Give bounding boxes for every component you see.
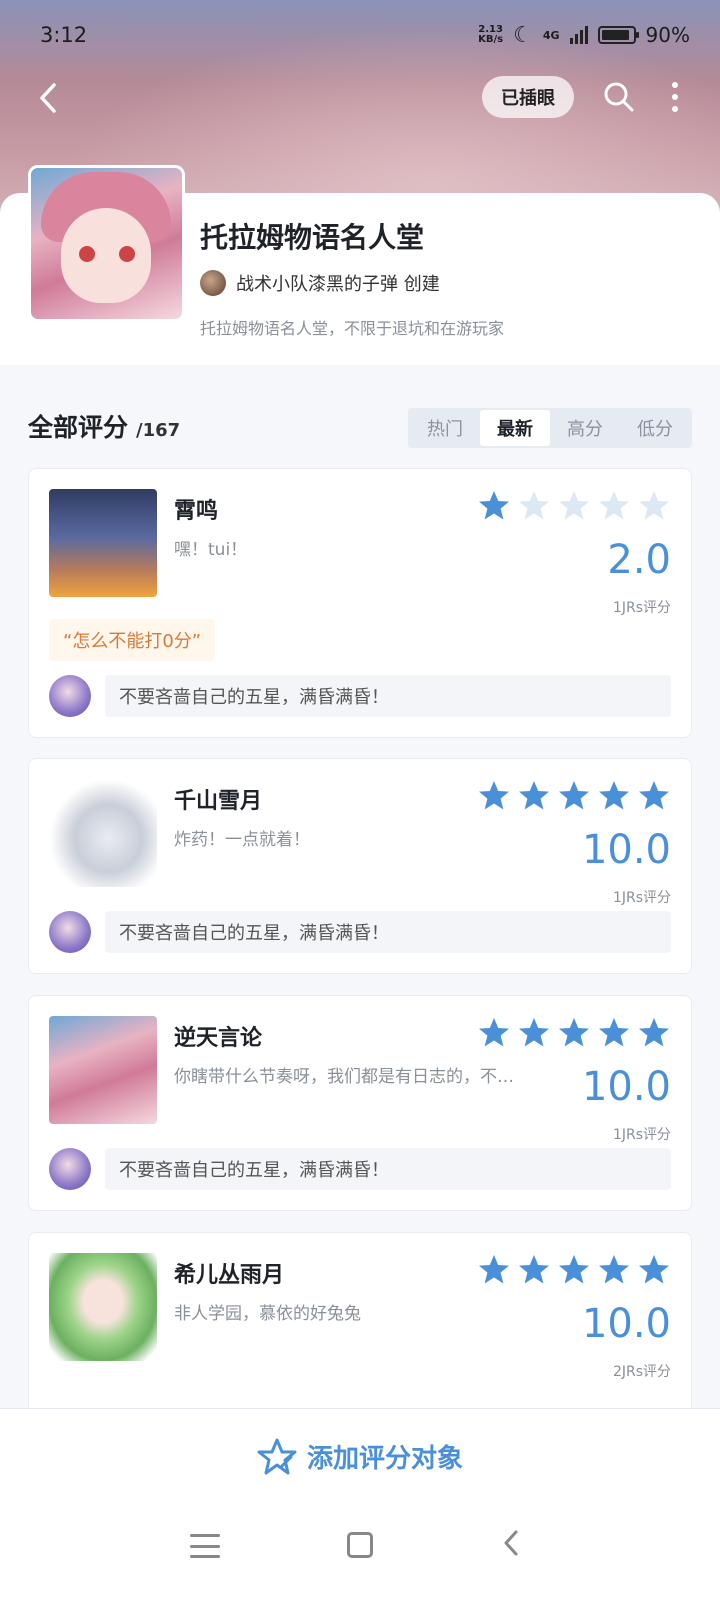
signal-icon	[569, 26, 588, 44]
recents-button[interactable]	[190, 1534, 220, 1558]
back-button[interactable]	[30, 80, 66, 116]
network-type: 4G	[542, 28, 560, 42]
group-cover-image[interactable]	[28, 165, 185, 322]
star-filled-icon	[639, 1018, 669, 1047]
moon-icon: ☾	[513, 22, 533, 48]
star-edit-icon	[257, 1438, 297, 1474]
star-filled-icon	[639, 781, 669, 810]
commenter-avatar[interactable]	[49, 911, 91, 953]
comment-row[interactable]: 不要吝啬自己的五星，满昏满昏！	[49, 1148, 671, 1192]
creator-avatar[interactable]	[200, 270, 226, 296]
more-options-button[interactable]	[660, 78, 690, 116]
rating-card[interactable]: 千山雪月 炸药！一点就着！ 10.0 1JRs评分 不要吝啬自己的五星，满昏满昏…	[28, 758, 692, 974]
search-icon	[604, 82, 634, 112]
star-filled-icon	[479, 1255, 509, 1284]
featured-quote: “怎么不能打0分”	[49, 619, 216, 661]
comment-text: 不要吝啬自己的五星，满昏满昏！	[105, 1148, 671, 1190]
add-rating-target-button[interactable]: 添加评分对象	[0, 1408, 720, 1504]
ratings-header: 全部评分 /167	[28, 408, 180, 444]
star-filled-icon	[479, 491, 509, 520]
rating-card[interactable]: 霄鸣 嘿！tui！ 2.0 1JRs评分 “怎么不能打0分” 不要吝啬自己的五星…	[28, 468, 692, 738]
dot-icon	[672, 94, 678, 100]
pinned-button[interactable]: 已插眼	[482, 76, 574, 118]
rating-count: 1JRs评分	[612, 600, 671, 616]
item-image[interactable]	[49, 489, 157, 597]
group-title: 托拉姆物语名人堂	[200, 221, 425, 254]
battery-percent: 90%	[645, 23, 690, 47]
creator-label: 战术小队漆黑的子弹 创建	[236, 274, 440, 295]
status-time: 3:12	[40, 23, 88, 47]
item-name: 千山雪月	[174, 789, 263, 814]
star-filled-icon	[599, 781, 629, 810]
star-empty-icon	[639, 491, 669, 520]
comment-row[interactable]: 不要吝啬自己的五星，满昏满昏！	[49, 911, 671, 955]
commenter-avatar[interactable]	[49, 675, 91, 717]
top-bar: 已插眼	[0, 74, 720, 120]
rating-card[interactable]: 希儿丛雨月 非人学园，慕依的好兔兔 10.0 2JRs评分	[28, 1232, 692, 1432]
star-filled-icon	[519, 1255, 549, 1284]
ratings-count: /167	[136, 420, 181, 441]
net-speed: 2.13 KB/s	[478, 24, 504, 45]
sort-tabs: 热门 最新 高分 低分	[408, 408, 692, 448]
tab-latest[interactable]: 最新	[480, 410, 550, 446]
section-title: 全部评分	[28, 413, 129, 442]
star-rating	[477, 1253, 671, 1287]
search-button[interactable]	[602, 80, 636, 114]
tab-high[interactable]: 高分	[550, 410, 620, 446]
dot-icon	[672, 82, 678, 88]
star-empty-icon	[599, 491, 629, 520]
item-name: 希儿丛雨月	[174, 1263, 285, 1288]
star-empty-icon	[519, 491, 549, 520]
tab-hot[interactable]: 热门	[410, 410, 480, 446]
star-filled-icon	[519, 1018, 549, 1047]
group-description: 托拉姆物语名人堂，不限于退坑和在游玩家	[200, 319, 505, 338]
system-back-button[interactable]	[500, 1526, 522, 1569]
item-subtitle: 嘿！tui！	[174, 540, 248, 560]
comment-row[interactable]: 不要吝啬自己的五星，满昏满昏！	[49, 675, 671, 719]
group-creator[interactable]: 战术小队漆黑的子弹 创建	[200, 270, 440, 296]
item-name: 霄鸣	[174, 499, 219, 524]
item-subtitle: 非人学园，慕依的好兔兔	[174, 1304, 361, 1324]
item-image[interactable]	[49, 1253, 157, 1361]
item-image[interactable]	[49, 1016, 157, 1124]
comment-text: 不要吝啬自己的五星，满昏满昏！	[105, 911, 671, 953]
item-subtitle: 炸药！一点就着！	[174, 830, 310, 850]
chevron-left-icon	[504, 1530, 518, 1556]
comment-text: 不要吝啬自己的五星，满昏满昏！	[105, 675, 671, 717]
item-subtitle: 你瞎带什么节奏呀，我们都是有日志的，不…	[174, 1067, 514, 1087]
rating-count: 2JRs评分	[612, 1364, 671, 1380]
star-rating	[477, 1016, 671, 1050]
ratings-section: 全部评分 /167 热门 最新 高分 低分 霄鸣 嘿！tui！ 2.0 1JRs…	[0, 378, 720, 1432]
star-filled-icon	[479, 781, 509, 810]
item-score: 2.0	[607, 537, 671, 583]
status-bar: 3:12 2.13 KB/s ☾ 4G 90%	[40, 18, 690, 52]
item-name: 逆天言论	[174, 1026, 263, 1051]
star-empty-icon	[559, 491, 589, 520]
star-rating	[477, 779, 671, 813]
commenter-avatar[interactable]	[49, 1148, 91, 1190]
tab-low[interactable]: 低分	[620, 410, 690, 446]
item-score: 10.0	[581, 827, 671, 873]
star-filled-icon	[639, 1255, 669, 1284]
rating-count: 1JRs评分	[612, 1127, 671, 1143]
system-nav-bar	[0, 1504, 720, 1600]
star-filled-icon	[559, 781, 589, 810]
battery-icon	[597, 26, 639, 44]
star-filled-icon	[599, 1018, 629, 1047]
rating-card[interactable]: 逆天言论 你瞎带什么节奏呀，我们都是有日志的，不… 10.0 1JRs评分 不要…	[28, 995, 692, 1211]
star-filled-icon	[479, 1018, 509, 1047]
item-score: 10.0	[581, 1301, 671, 1347]
home-button[interactable]	[347, 1532, 373, 1558]
dot-icon	[672, 106, 678, 112]
add-rating-target-label: 添加评分对象	[306, 1444, 463, 1474]
rating-count: 1JRs评分	[612, 890, 671, 906]
star-filled-icon	[599, 1255, 629, 1284]
star-rating	[477, 489, 671, 523]
star-filled-icon	[519, 781, 549, 810]
chevron-left-icon	[40, 83, 56, 113]
star-filled-icon	[559, 1018, 589, 1047]
star-filled-icon	[559, 1255, 589, 1284]
item-image[interactable]	[49, 779, 157, 887]
item-score: 10.0	[581, 1064, 671, 1110]
